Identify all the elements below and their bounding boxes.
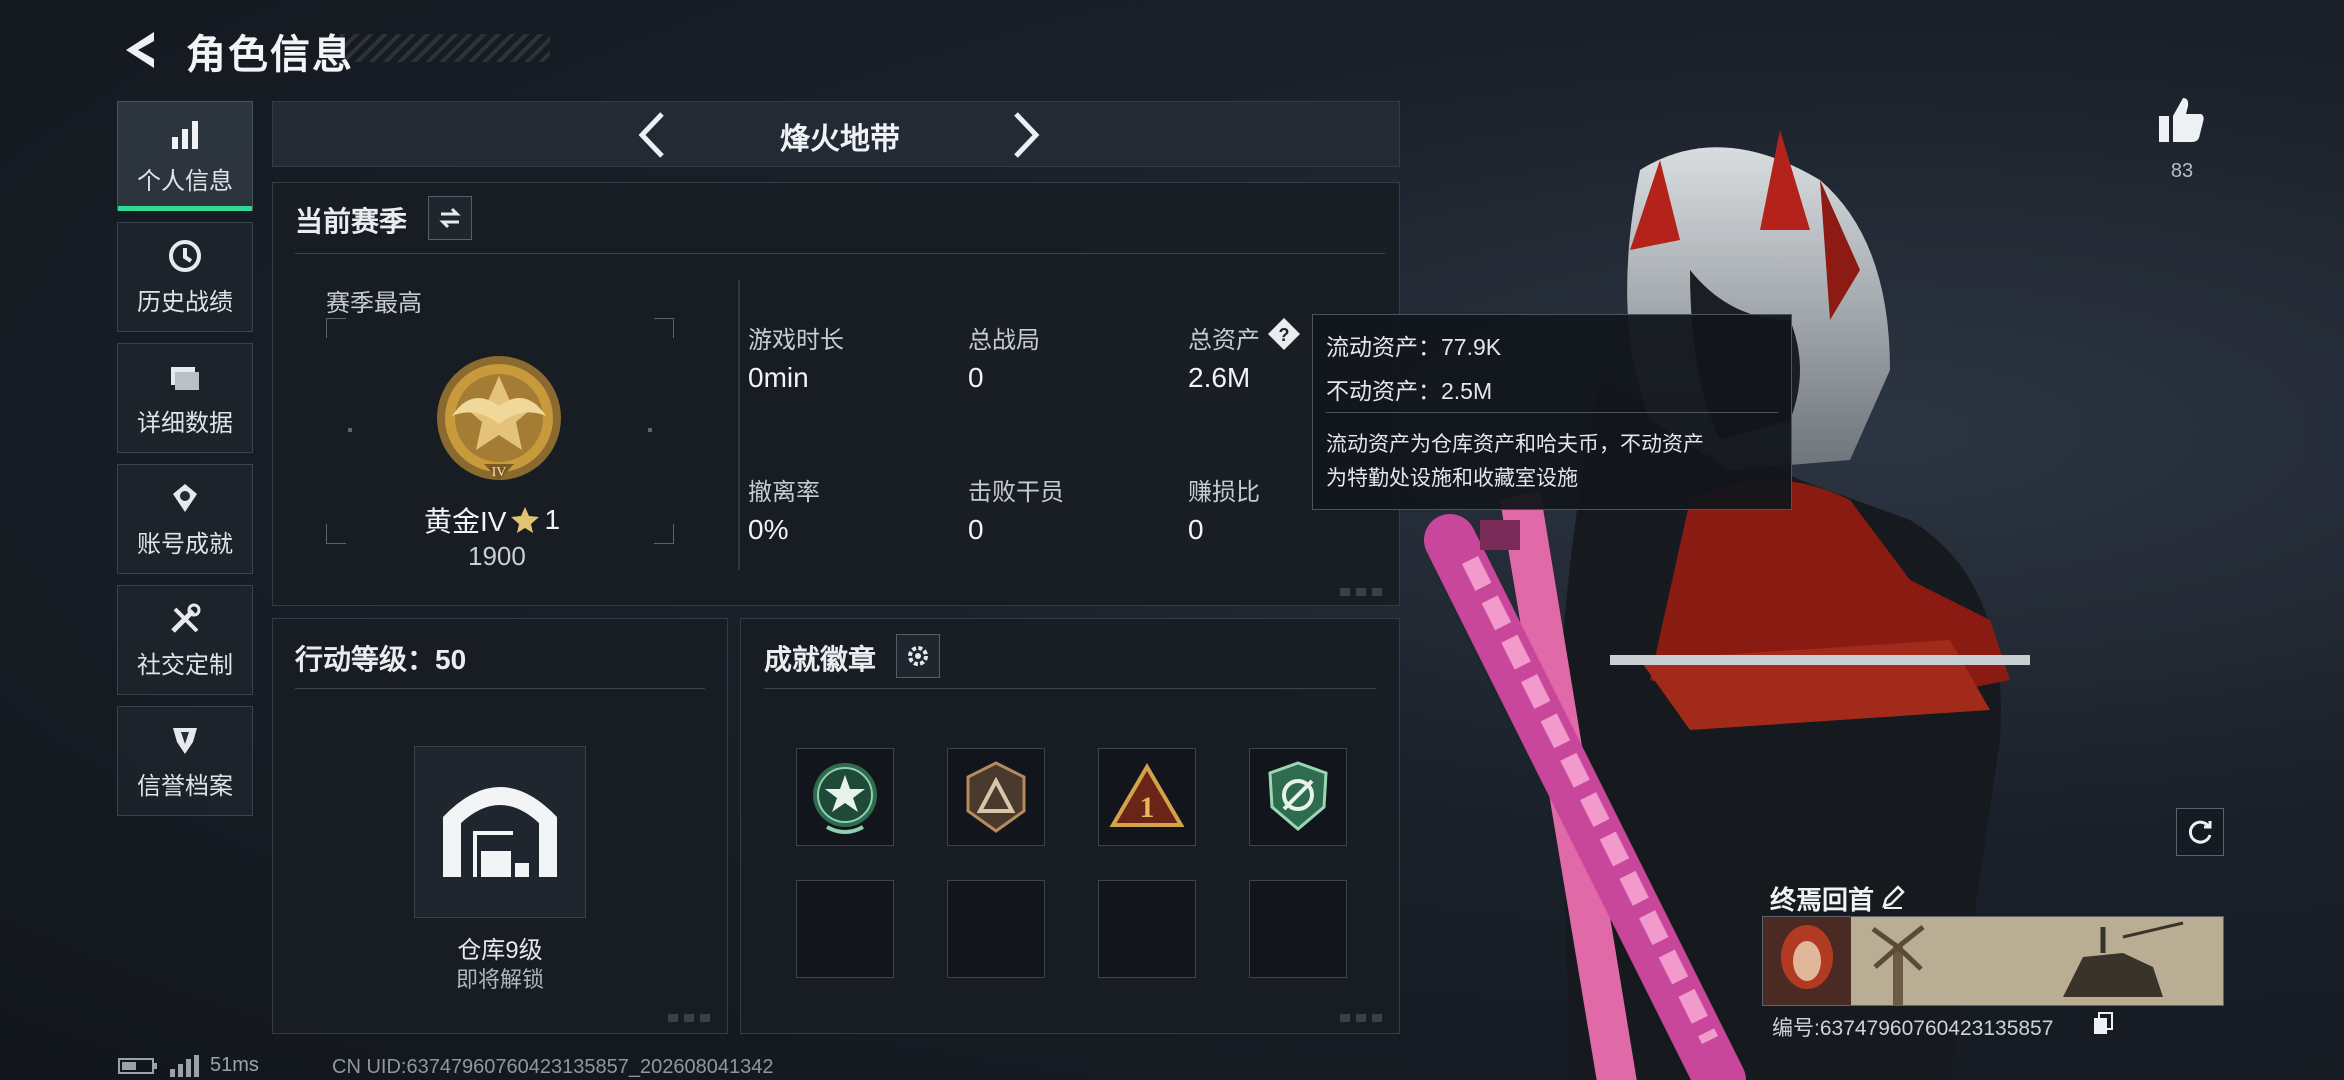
- divider: [1326, 412, 1778, 413]
- battery-icon: [118, 1057, 157, 1074]
- edit-icon[interactable]: [1880, 884, 1906, 910]
- chevron-left-icon[interactable]: [628, 108, 678, 162]
- sidebar-item-label: 账号成就: [137, 530, 233, 558]
- swap-icon: [439, 207, 461, 229]
- sidebar-item-personal-info[interactable]: 个人信息: [117, 101, 253, 211]
- divider: [764, 688, 1376, 689]
- season-best-label: 赛季最高: [326, 290, 422, 317]
- badge-slot-empty[interactable]: [796, 880, 894, 978]
- svg-text:1: 1: [1140, 791, 1155, 824]
- help-icon[interactable]: ?: [1266, 316, 1302, 352]
- mode-title: 烽火地带: [780, 123, 900, 156]
- compass-badge-icon: [1268, 761, 1328, 831]
- stat-value-assets: 2.6M: [1188, 362, 1251, 393]
- sidebar: 个人信息 历史战绩 详细数据 账号成就 社交定制 信誉档案: [117, 101, 255, 827]
- bar-chart-icon: [172, 120, 198, 149]
- rank-points: 1900: [468, 541, 526, 571]
- rank-stars: 1: [544, 504, 561, 535]
- stat-value-playtime: 0min: [748, 362, 809, 393]
- star-badge-icon: [813, 763, 877, 834]
- warehouse-tile[interactable]: [414, 746, 586, 918]
- badge-slot-empty[interactable]: [1098, 880, 1196, 978]
- gear-icon: [908, 646, 928, 666]
- stat-value-kills: 0: [968, 514, 984, 545]
- thumbs-up-icon[interactable]: [2155, 94, 2207, 146]
- sidebar-item-label: 社交定制: [137, 651, 233, 679]
- stat-value-profit-ratio: 0: [1188, 514, 1204, 545]
- number-one-badge-icon: 1: [1109, 763, 1185, 827]
- tooltip-fixed-assets: 不动资产：2.5M: [1326, 378, 1493, 404]
- sidebar-item-reputation[interactable]: 信誉档案: [117, 706, 253, 816]
- panel-corner-mark: [668, 1014, 714, 1022]
- badge-slot[interactable]: 1: [1098, 748, 1196, 846]
- warehouse-status: 即将解锁: [455, 967, 544, 992]
- copy-icon[interactable]: [2092, 1012, 2114, 1036]
- sidebar-item-label: 信誉档案: [137, 772, 233, 800]
- back-arrow-icon[interactable]: [118, 28, 162, 72]
- divider: [738, 280, 740, 570]
- refresh-button[interactable]: [2176, 808, 2224, 856]
- stat-value-extract-rate: 0%: [748, 514, 789, 545]
- tooltip-description-line1: 流动资产为仓库资产和哈夫币，不动资产: [1326, 433, 1704, 456]
- badge-slot[interactable]: [796, 748, 894, 846]
- warehouse-label: 仓库9级: [457, 937, 543, 964]
- folder-icon: [171, 366, 199, 390]
- stat-label-matches: 总战局: [968, 327, 1040, 354]
- gold-rank-medal-icon: IV: [437, 356, 561, 480]
- tooltip-description-line2: 为特勤处设施和收藏室设施: [1326, 467, 1578, 490]
- name-card-id: 编号:6374796076042313585​7: [1772, 1017, 2054, 1040]
- star-icon: [511, 507, 540, 533]
- page-title: 角色信息: [186, 33, 354, 77]
- panel-corner-mark: [1340, 588, 1386, 596]
- name-card-art[interactable]: [1762, 916, 2224, 1006]
- sidebar-item-social[interactable]: 社交定制: [117, 585, 253, 695]
- clock-icon: [169, 239, 201, 272]
- chevron-right-icon[interactable]: [1000, 108, 1050, 162]
- sidebar-item-history[interactable]: 历史战绩: [117, 222, 253, 332]
- stat-label-profit-ratio: 赚损比: [1188, 479, 1260, 506]
- rank-name: 黄金IV: [424, 506, 507, 537]
- name-card-title: 终焉回首: [1770, 885, 1875, 915]
- name-card-illustration: [1763, 917, 2223, 1005]
- title-decoration: [340, 34, 550, 62]
- badge-slot[interactable]: [947, 748, 1045, 846]
- stat-label-extract-rate: 撤离率: [748, 479, 820, 506]
- uid-text: CN UID:6374796076042313585​7_20260804134…: [332, 1056, 774, 1078]
- shield-icon: [173, 727, 197, 754]
- latency: 51ms: [210, 1054, 259, 1076]
- tools-icon: [171, 603, 201, 633]
- badge-slot[interactable]: [1249, 748, 1347, 846]
- badge-slot-empty[interactable]: [947, 880, 1045, 978]
- switch-season-button[interactable]: [428, 196, 472, 240]
- badge-slot-empty[interactable]: [1249, 880, 1347, 978]
- signal-icon: [170, 1054, 199, 1077]
- badge-settings-button[interactable]: [896, 634, 940, 678]
- rank-name-row: 黄金IV 1: [424, 500, 584, 540]
- sidebar-item-achievements[interactable]: 账号成就: [117, 464, 253, 574]
- refresh-icon: [2188, 820, 2212, 844]
- tooltip-liquid-assets: 流动资产：77.9K: [1326, 334, 1502, 360]
- network-status: 51ms: [118, 1054, 259, 1077]
- medal-icon: [173, 483, 197, 512]
- stat-label-kills: 击败干员: [968, 479, 1064, 506]
- sidebar-item-label: 详细数据: [137, 409, 233, 437]
- level-heading: 行动等级：50: [295, 644, 467, 675]
- divider: [295, 253, 1385, 254]
- panel-corner-mark: [1340, 1014, 1386, 1022]
- sidebar-item-label: 个人信息: [137, 167, 233, 195]
- season-heading: 当前赛季: [295, 206, 408, 237]
- svg-text:?: ?: [1279, 325, 1290, 345]
- sidebar-item-detail-data[interactable]: 详细数据: [117, 343, 253, 453]
- badges-heading: 成就徽章: [764, 644, 877, 675]
- stat-label-assets: 总资产: [1188, 327, 1260, 354]
- stat-value-matches: 0: [968, 362, 984, 393]
- like-count: 83: [2170, 160, 2194, 182]
- stat-label-playtime: 游戏时长: [748, 327, 844, 354]
- warehouse-icon: [443, 787, 557, 877]
- divider: [295, 688, 705, 689]
- triangle-badge-icon: [966, 761, 1026, 833]
- svg-text:IV: IV: [492, 465, 507, 480]
- sidebar-item-label: 历史战绩: [137, 288, 233, 316]
